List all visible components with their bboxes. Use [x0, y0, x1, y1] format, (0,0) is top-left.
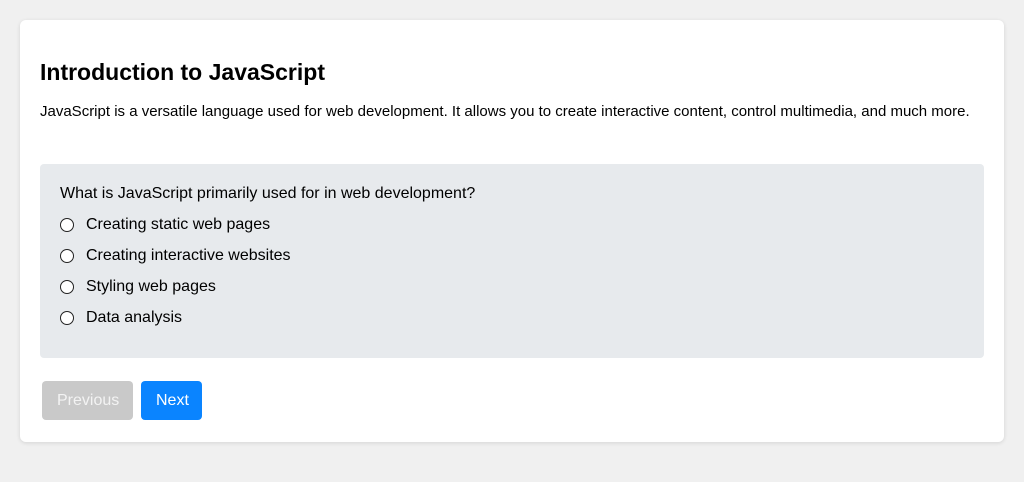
lesson-title: Introduction to JavaScript	[40, 59, 325, 85]
quiz-panel: What is JavaScript primarily used for in…	[40, 164, 984, 358]
radio-button-icon[interactable]	[60, 218, 74, 232]
quiz-option-static-pages[interactable]: Creating static web pages	[60, 214, 270, 236]
quiz-question: What is JavaScript primarily used for in…	[60, 185, 476, 202]
quiz-option-label: Creating interactive websites	[86, 247, 291, 264]
next-button[interactable]: Next	[141, 381, 202, 420]
lesson-description: JavaScript is a versatile language used …	[40, 103, 970, 120]
radio-button-icon[interactable]	[60, 249, 74, 263]
lesson-card: Introduction to JavaScript JavaScript is…	[20, 20, 1004, 442]
quiz-option-label: Data analysis	[86, 309, 183, 326]
radio-button-icon[interactable]	[60, 280, 74, 294]
previous-button[interactable]: Previous	[42, 381, 133, 420]
quiz-option-label: Styling web pages	[86, 278, 216, 295]
quiz-option-data-analysis[interactable]: Data analysis	[60, 307, 182, 329]
quiz-option-interactive-websites[interactable]: Creating interactive websites	[60, 245, 291, 267]
quiz-option-styling[interactable]: Styling web pages	[60, 276, 216, 298]
radio-button-icon[interactable]	[60, 311, 74, 325]
quiz-option-label: Creating static web pages	[86, 216, 271, 233]
